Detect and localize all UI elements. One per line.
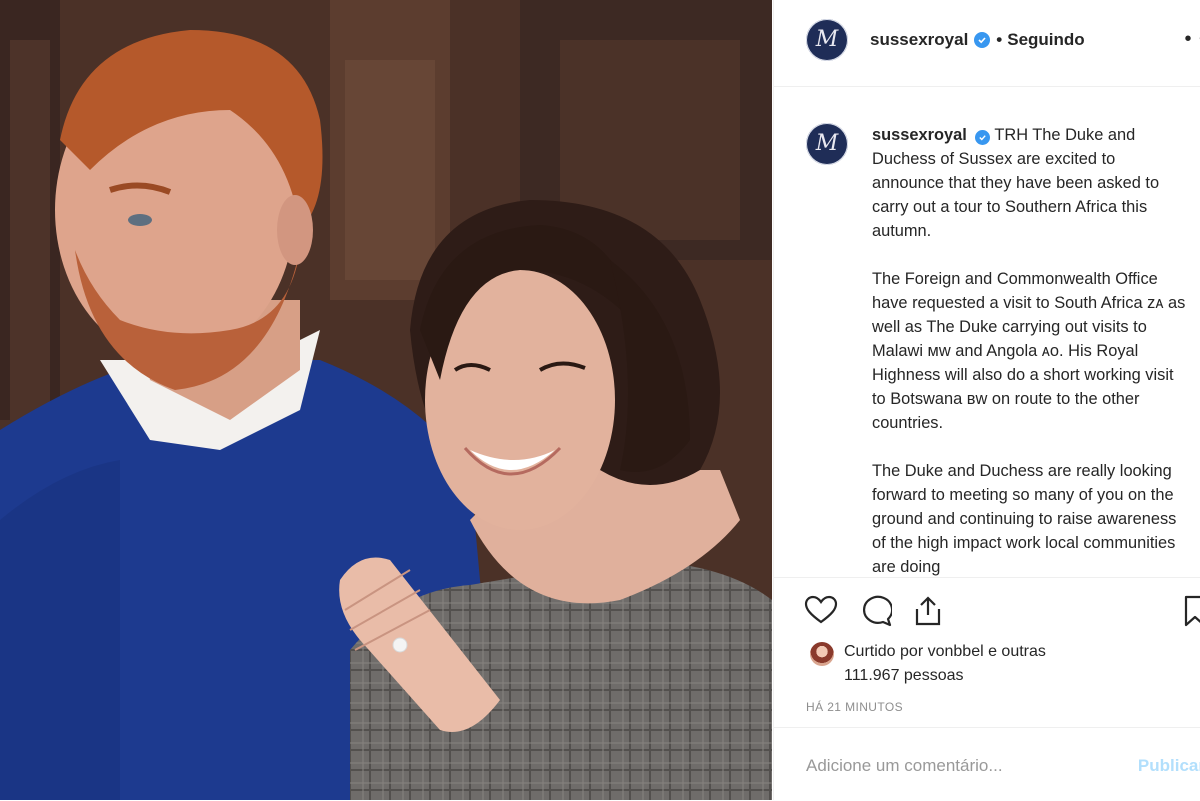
post-header: M sussexroyal • Seguindo • • <box>774 0 1200 87</box>
post-actions: Curtido por vonbbel e outras 111.967 pes… <box>774 577 1200 728</box>
caption-verified-icon <box>975 130 991 145</box>
likes-summary[interactable]: Curtido por vonbbel e outras 111.967 pes… <box>810 640 1054 688</box>
profile-avatar[interactable]: M <box>806 19 848 61</box>
comment-bar: Adicione um comentário... Publicar <box>774 727 1200 801</box>
heart-icon[interactable] <box>804 595 838 625</box>
header-username[interactable]: sussexroyal <box>870 30 968 50</box>
header-user-line: sussexroyal • Seguindo <box>870 30 1085 50</box>
caption-paragraph-3: The Duke and Duchess are really looking … <box>872 462 1177 576</box>
caption-avatar[interactable]: M <box>806 123 848 165</box>
caption-paragraph-2: The Foreign and Commonwealth Office have… <box>872 270 1186 432</box>
post-timestamp[interactable]: HÁ 21 MINUTOS <box>806 700 903 714</box>
comment-input[interactable]: Adicione um comentário... <box>806 756 1003 776</box>
liker-avatar[interactable] <box>810 642 834 666</box>
caption-avatar-monogram: M <box>815 131 839 156</box>
post-photo[interactable] <box>0 0 772 800</box>
verified-badge-icon <box>974 32 991 48</box>
publish-button[interactable]: Publicar <box>1138 756 1200 776</box>
more-options-icon[interactable]: • • <box>1184 28 1200 51</box>
avatar-monogram: M <box>815 27 839 52</box>
post-caption: sussexroyal TRH The Duke and Duchess of … <box>872 123 1190 577</box>
bookmark-icon[interactable] <box>1184 595 1200 627</box>
share-icon[interactable] <box>912 595 944 627</box>
separator-dot: • <box>996 30 1003 49</box>
post-image <box>0 0 772 800</box>
caption-paragraph-1: sussexroyal TRH The Duke and Duchess of … <box>872 123 1190 243</box>
caption-username[interactable]: sussexroyal <box>872 126 967 144</box>
comment-icon[interactable] <box>858 595 892 627</box>
follow-status-button[interactable]: Seguindo <box>1007 30 1084 50</box>
post-side-panel: M sussexroyal • Seguindo • • M sussexroy… <box>773 0 1200 800</box>
likes-count-text[interactable]: Curtido por vonbbel e outras 111.967 pes… <box>844 640 1054 688</box>
caption-scroll-area[interactable]: M sussexroyal TRH The Duke and Duchess o… <box>774 87 1200 577</box>
